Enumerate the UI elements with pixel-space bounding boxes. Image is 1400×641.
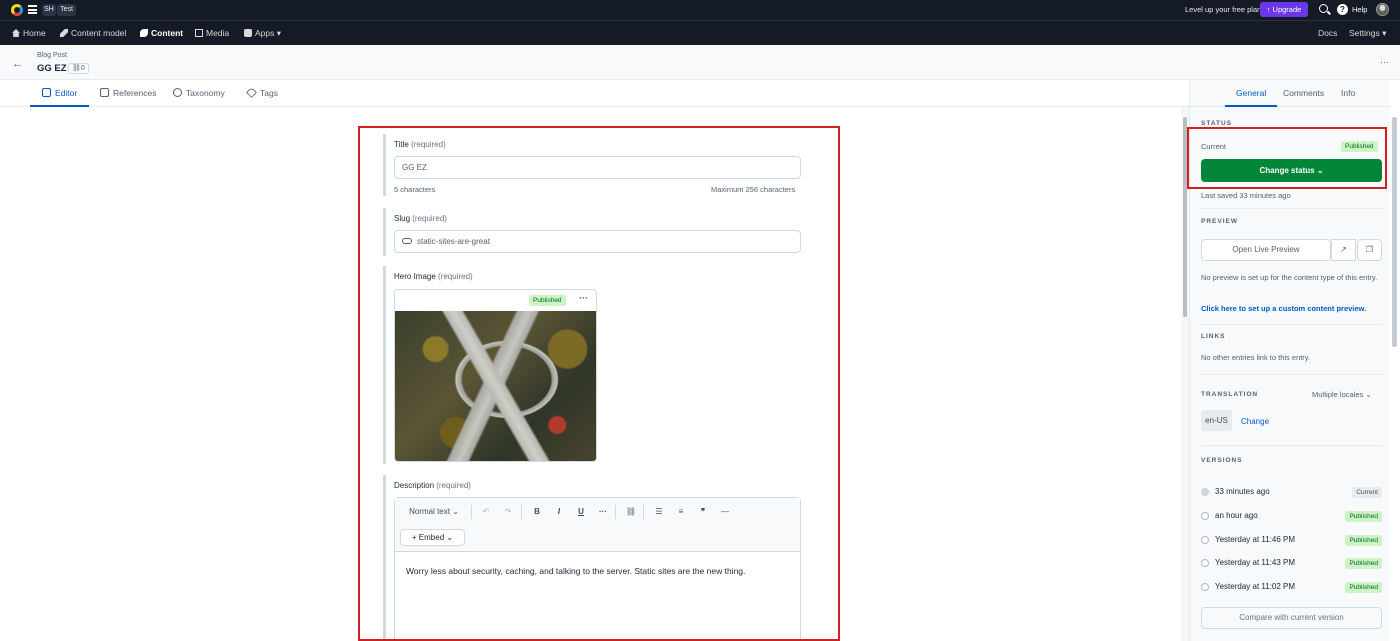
help-link[interactable]: Help <box>1352 5 1367 14</box>
links-heading: LINKS <box>1201 333 1226 340</box>
locale-mode-select[interactable]: Multiple locales ⌄ <box>1312 390 1372 399</box>
translation-heading: TRANSLATION <box>1201 391 1259 398</box>
user-avatar[interactable] <box>1376 3 1389 16</box>
nav-media-label: Media <box>206 28 230 38</box>
divider <box>1201 374 1382 375</box>
version-row[interactable]: Yesterday at 11:02 PM Published <box>1201 580 1382 596</box>
home-icon <box>12 29 20 37</box>
arrow-left-icon[interactable]: ← <box>12 58 23 70</box>
copy-icon[interactable]: ❐ <box>1357 239 1382 261</box>
version-time: an hour ago <box>1215 511 1258 520</box>
more-options-icon[interactable]: ··· <box>1380 57 1389 67</box>
version-badge: Published <box>1345 535 1382 546</box>
sidebar-tab-general[interactable]: General <box>1225 80 1278 107</box>
references-icon <box>100 88 109 97</box>
tab-references[interactable]: References <box>100 80 156 107</box>
preview-heading: PREVIEW <box>1201 218 1238 225</box>
main-nav: Home Content model Content Media Apps ▾ … <box>0 20 1400 45</box>
version-dot-icon <box>1201 559 1209 567</box>
nav-content[interactable]: Content <box>140 21 183 45</box>
sidebar-tab-comments[interactable]: Comments <box>1283 80 1324 107</box>
preview-note: No preview is set up for the content typ… <box>1201 273 1378 282</box>
external-link-icon[interactable]: ↗ <box>1331 239 1356 261</box>
version-row[interactable]: an hour ago Published <box>1201 509 1382 525</box>
apps-icon <box>244 29 252 37</box>
nav-home[interactable]: Home <box>12 21 46 45</box>
tab-taxonomy-label: Taxonomy <box>186 88 225 98</box>
editor-tabs: Editor References Taxonomy Tags <box>0 80 1189 107</box>
tab-taxonomy[interactable]: Taxonomy <box>173 80 225 107</box>
link-icon: ⛓ <box>72 65 81 72</box>
menu-icon[interactable] <box>28 5 37 14</box>
nav-content-model-label: Content model <box>71 28 127 38</box>
space-avatar[interactable]: SH <box>42 4 56 16</box>
nav-apps-label: Apps ▾ <box>255 28 282 38</box>
version-row[interactable]: 33 minutes ago Current <box>1201 485 1382 501</box>
editor-icon <box>42 88 51 97</box>
version-dot-icon <box>1201 488 1209 496</box>
versions-heading: VERSIONS <box>1201 457 1243 464</box>
sidebar-scrollbar[interactable] <box>1389 107 1400 641</box>
version-time: Yesterday at 11:02 PM <box>1215 582 1296 591</box>
compare-version-button[interactable]: Compare with current version <box>1201 607 1382 629</box>
references-count: 0 <box>80 65 85 72</box>
top-bar: SH Test Level up your free plan ↑ Upgrad… <box>0 0 1400 20</box>
entry-header: ← Blog Post GG EZ ⛓0 ··· <box>0 45 1400 80</box>
nav-settings[interactable]: Settings ▾ <box>1349 21 1386 45</box>
level-up-text: Level up your free plan <box>1185 5 1262 14</box>
version-badge: Current <box>1352 487 1382 498</box>
nav-apps[interactable]: Apps ▾ <box>244 21 281 45</box>
divider <box>1201 324 1382 325</box>
contentful-logo-icon[interactable] <box>11 4 23 16</box>
version-badge: Published <box>1345 511 1382 522</box>
nav-docs[interactable]: Docs <box>1318 21 1337 45</box>
tab-tags[interactable]: Tags <box>246 80 278 107</box>
sidebar-tab-info[interactable]: Info <box>1341 80 1355 107</box>
sidebar-scrollbar-thumb[interactable] <box>1392 117 1397 347</box>
help-icon[interactable]: ? <box>1337 4 1348 15</box>
taxonomy-icon <box>173 88 182 97</box>
status-highlight-box <box>1187 127 1387 189</box>
environment-badge[interactable]: Test <box>57 4 76 16</box>
links-note: No other entries link to this entry. <box>1201 353 1311 362</box>
sidebar-tabs: General Comments Info <box>1190 80 1390 107</box>
editor-highlight-box <box>358 126 840 641</box>
tab-editor-label: Editor <box>55 88 78 98</box>
wrench-icon <box>60 29 68 37</box>
version-badge: Published <box>1345 582 1382 593</box>
divider <box>1201 208 1382 209</box>
feather-icon <box>140 29 148 37</box>
change-locale-link[interactable]: Change <box>1241 417 1269 426</box>
last-saved-text: Last saved 33 minutes ago <box>1201 191 1291 200</box>
setup-preview-link[interactable]: Click here to set up a custom content pr… <box>1201 304 1366 313</box>
version-time: Yesterday at 11:43 PM <box>1215 558 1296 567</box>
version-row[interactable]: Yesterday at 11:46 PM Published <box>1201 533 1382 549</box>
upgrade-button[interactable]: ↑ Upgrade <box>1260 2 1308 17</box>
divider <box>1201 445 1382 446</box>
version-time: Yesterday at 11:46 PM <box>1215 535 1296 544</box>
tag-icon <box>246 87 257 98</box>
entry-title: GG EZ <box>37 63 67 74</box>
tab-tags-label: Tags <box>260 88 278 98</box>
nav-content-model[interactable]: Content model <box>60 21 126 45</box>
search-icon[interactable] <box>1319 4 1328 13</box>
version-row[interactable]: Yesterday at 11:43 PM Published <box>1201 556 1382 572</box>
locale-chip: en-US <box>1201 410 1232 431</box>
nav-media[interactable]: Media <box>195 21 229 45</box>
status-heading: STATUS <box>1201 120 1233 127</box>
tab-editor[interactable]: Editor <box>30 80 90 107</box>
version-dot-icon <box>1201 536 1209 544</box>
tab-references-label: References <box>113 88 157 98</box>
content-type-label: Blog Post <box>37 52 67 59</box>
version-time: 33 minutes ago <box>1215 487 1270 496</box>
open-live-preview-button[interactable]: Open Live Preview <box>1201 239 1331 261</box>
version-dot-icon <box>1201 583 1209 591</box>
version-dot-icon <box>1201 512 1209 520</box>
nav-home-label: Home <box>23 28 46 38</box>
version-badge: Published <box>1345 558 1382 569</box>
image-icon <box>195 29 203 37</box>
nav-content-label: Content <box>151 28 184 38</box>
references-badge[interactable]: ⛓0 <box>68 63 89 74</box>
